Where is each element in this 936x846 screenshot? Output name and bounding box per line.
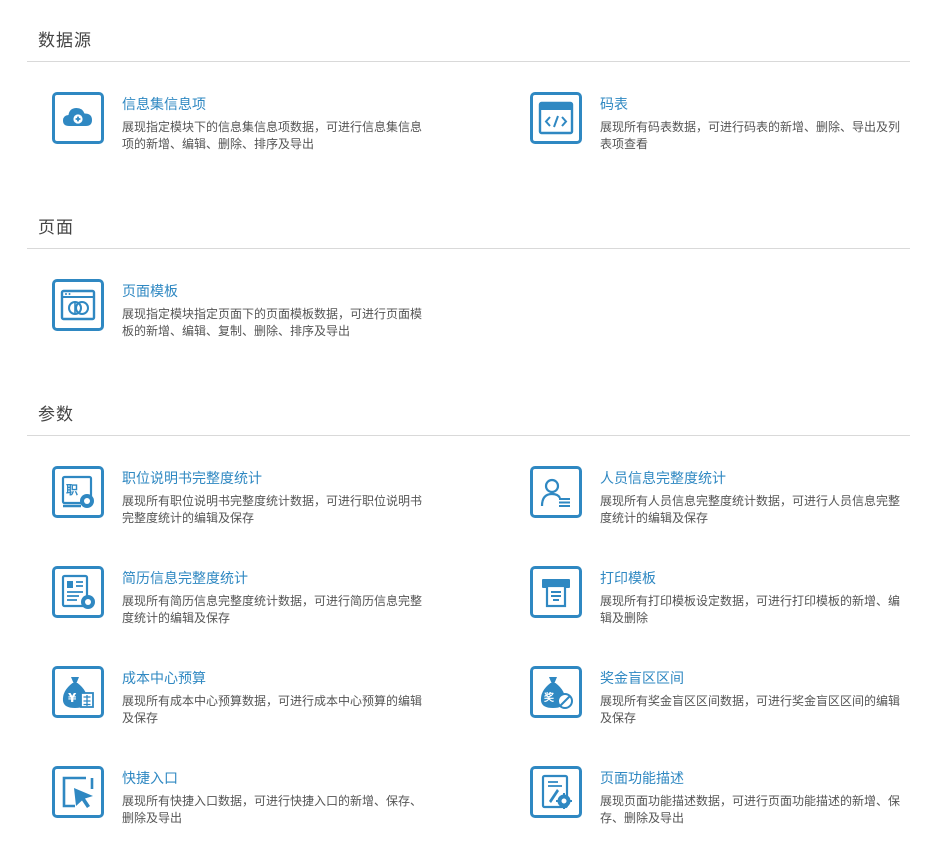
card-description: 展现页面功能描述数据，可进行页面功能描述的新增、保存、删除及导出 bbox=[600, 794, 901, 825]
page-template-icon bbox=[52, 279, 104, 331]
card-cost-center-budget[interactable]: ¥ 成本中心预算 展现所有成本中心预算数据，可进行成本中心预算的编辑及保存 bbox=[52, 666, 432, 738]
card-description: 展现所有打印模板设定数据，可进行打印模板的新增、编辑及删除 bbox=[600, 594, 901, 625]
person-info-icon bbox=[530, 466, 582, 518]
card-print-template[interactable]: 打印模板 展现所有打印模板设定数据，可进行打印模板的新增、编辑及删除 bbox=[530, 566, 910, 638]
card-info-set-items[interactable]: 信息集信息项 展现指定模块下的信息集信息项数据，可进行信息集信息项的新增、编辑、… bbox=[52, 92, 432, 164]
card-title[interactable]: 成本中心预算 bbox=[122, 668, 206, 688]
card-person-info-stats[interactable]: 人员信息完整度统计 展现所有人员信息完整度统计数据，可进行人员信息完整度统计的编… bbox=[530, 466, 910, 538]
card-title[interactable]: 页面功能描述 bbox=[600, 768, 684, 788]
card-bonus-blind-zone[interactable]: 奖 奖金盲区区间 展现所有奖金盲区区间数据，可进行奖金盲区区间的编辑及保存 bbox=[530, 666, 910, 738]
page-function-icon bbox=[530, 766, 582, 818]
card-description: 展现所有职位说明书完整度统计数据，可进行职位说明书完整度统计的编辑及保存 bbox=[122, 494, 423, 525]
resume-icon bbox=[52, 566, 104, 618]
card-description: 展现所有人员信息完整度统计数据，可进行人员信息完整度统计的编辑及保存 bbox=[600, 494, 901, 525]
bonus-bag-icon: 奖 bbox=[530, 666, 582, 718]
card-title[interactable]: 快捷入口 bbox=[122, 768, 178, 788]
card-shortcut-entry[interactable]: 快捷入口 展现所有快捷入口数据，可进行快捷入口的新增、保存、删除及导出 bbox=[52, 766, 432, 838]
card-description: 展现所有码表数据，可进行码表的新增、删除、导出及列表项查看 bbox=[600, 120, 901, 151]
card-title[interactable]: 页面模板 bbox=[122, 281, 178, 301]
card-title[interactable]: 打印模板 bbox=[600, 568, 656, 588]
section-divider bbox=[27, 61, 910, 62]
cloud-add-icon bbox=[52, 92, 104, 144]
card-resume-stats[interactable]: 简历信息完整度统计 展现所有简历信息完整度统计数据，可进行简历信息完整度统计的编… bbox=[52, 566, 432, 638]
card-title[interactable]: 奖金盲区区间 bbox=[600, 668, 684, 688]
card-title[interactable]: 人员信息完整度统计 bbox=[600, 468, 726, 488]
card-title[interactable]: 码表 bbox=[600, 94, 628, 114]
card-description: 展现所有奖金盲区区间数据，可进行奖金盲区区间的编辑及保存 bbox=[600, 694, 901, 725]
card-description: 展现所有快捷入口数据，可进行快捷入口的新增、保存、删除及导出 bbox=[122, 794, 423, 825]
card-job-description-stats[interactable]: 职 职位说明书完整度统计 展现所有职位说明书完整度统计数据，可进行职位说明书完整… bbox=[52, 466, 432, 538]
section-divider bbox=[27, 435, 910, 436]
budget-bag-icon: ¥ bbox=[52, 666, 104, 718]
card-description: 展现指定模块下的信息集信息项数据，可进行信息集信息项的新增、编辑、删除、排序及导… bbox=[122, 120, 423, 151]
card-description: 展现所有成本中心预算数据，可进行成本中心预算的编辑及保存 bbox=[122, 694, 423, 725]
card-description: 展现指定模块指定页面下的页面模板数据，可进行页面模板的新增、编辑、复制、删除、排… bbox=[122, 307, 423, 338]
card-title[interactable]: 简历信息完整度统计 bbox=[122, 568, 248, 588]
code-window-icon bbox=[530, 92, 582, 144]
svg-text:¥: ¥ bbox=[68, 691, 77, 705]
card-code-table[interactable]: 码表 展现所有码表数据，可进行码表的新增、删除、导出及列表项查看 bbox=[530, 92, 910, 164]
svg-text:职: 职 bbox=[66, 483, 78, 497]
section-title-params: 参数 bbox=[38, 405, 74, 425]
section-title-datasource: 数据源 bbox=[38, 31, 92, 51]
svg-text:奖: 奖 bbox=[544, 691, 555, 704]
card-page-template[interactable]: 页面模板 展现指定模块指定页面下的页面模板数据，可进行页面模板的新增、编辑、复制… bbox=[52, 279, 432, 351]
section-divider bbox=[27, 248, 910, 249]
card-title[interactable]: 信息集信息项 bbox=[122, 94, 206, 114]
card-description: 展现所有简历信息完整度统计数据，可进行简历信息完整度统计的编辑及保存 bbox=[122, 594, 423, 625]
printer-icon bbox=[530, 566, 582, 618]
shortcut-cursor-icon bbox=[52, 766, 104, 818]
section-title-page: 页面 bbox=[38, 218, 74, 238]
card-title[interactable]: 职位说明书完整度统计 bbox=[122, 468, 262, 488]
card-page-function-description[interactable]: 页面功能描述 展现页面功能描述数据，可进行页面功能描述的新增、保存、删除及导出 bbox=[530, 766, 910, 838]
job-description-icon: 职 bbox=[52, 466, 104, 518]
